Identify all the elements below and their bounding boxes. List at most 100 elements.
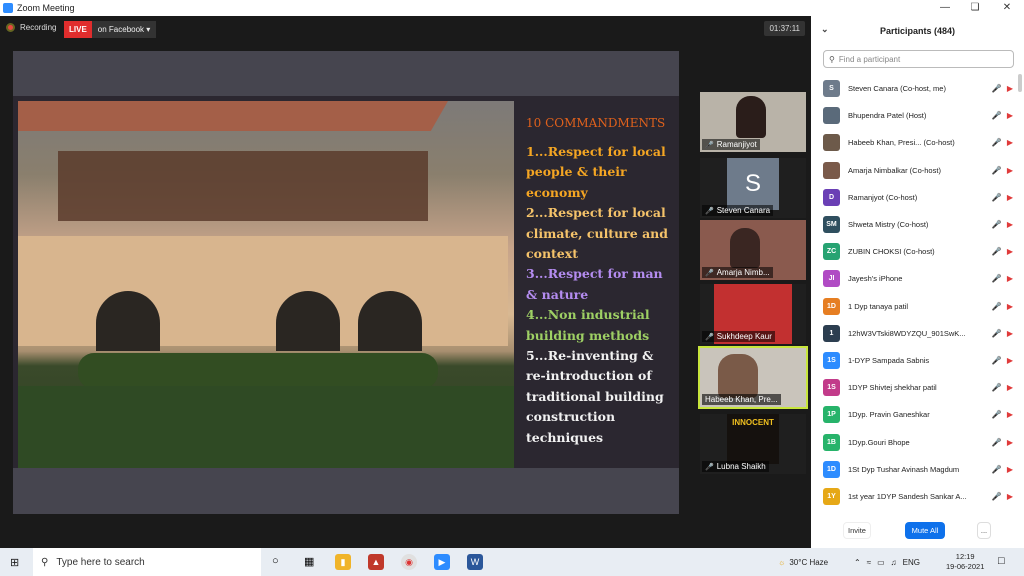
- tile-name-label: Sukhdeep Kaur: [716, 332, 772, 341]
- muted-mic-icon[interactable]: 🎤: [992, 247, 1002, 256]
- word-icon[interactable]: W: [467, 554, 483, 570]
- participant-row[interactable]: JI Jayesh's iPhone 🎤 ▶: [811, 265, 1016, 292]
- participant-row[interactable]: 1D 1St Dyp Tushar Avinash Magdum 🎤 ▶: [811, 456, 1016, 483]
- participant-row[interactable]: 1P 1Dyp. Pravin Ganeshkar 🎤 ▶: [811, 401, 1016, 428]
- muted-mic-icon[interactable]: 🎤: [992, 274, 1002, 283]
- video-tile[interactable]: INNOCENT 🎤 Lubna Shaikh: [700, 414, 806, 474]
- notification-icon[interactable]: □: [998, 555, 1005, 567]
- video-off-icon[interactable]: ▶: [1007, 356, 1013, 365]
- person-silhouette: [736, 96, 766, 138]
- video-tile[interactable]: 🎤 Ramanjiyot: [700, 92, 806, 152]
- muted-mic-icon[interactable]: 🎤: [992, 193, 1002, 202]
- video-tile-active-speaker[interactable]: Habeeb Khan, Pre...: [698, 346, 808, 409]
- avatar: S: [727, 158, 779, 210]
- zoom-app-icon: [3, 3, 13, 13]
- video-off-icon[interactable]: ▶: [1007, 166, 1013, 175]
- chrome-icon[interactable]: ◉: [401, 554, 417, 570]
- muted-mic-icon[interactable]: 🎤: [992, 329, 1002, 338]
- participant-row[interactable]: Bhupendra Patel (Host) 🎤 ▶: [811, 102, 1016, 129]
- participant-row[interactable]: 1Y 1st year 1DYP Sandesh Sankar A... 🎤 ▶: [811, 483, 1016, 510]
- muted-mic-icon[interactable]: 🎤: [992, 111, 1002, 120]
- minimize-icon[interactable]: —: [930, 0, 960, 16]
- muted-mic-icon[interactable]: 🎤: [992, 465, 1002, 474]
- battery-icon[interactable]: ▭: [877, 558, 885, 567]
- maximize-icon[interactable]: ❏: [960, 0, 990, 16]
- participant-row[interactable]: 1B 1Dyp.Gouri Bhope 🎤 ▶: [811, 429, 1016, 456]
- participant-name: Steven Canara (Co-host, me): [848, 84, 946, 93]
- scrollbar[interactable]: [1018, 74, 1022, 92]
- live-stream-badge[interactable]: LIVE on Facebook ▾: [64, 21, 157, 38]
- video-off-icon[interactable]: ▶: [1007, 274, 1013, 283]
- video-off-icon[interactable]: ▶: [1007, 220, 1013, 229]
- tile-name: 🎤 Ramanjiyot: [702, 139, 760, 150]
- participant-status: 🎤 ▶: [992, 356, 1013, 365]
- windows-start-icon[interactable]: ⊞: [10, 556, 19, 569]
- participant-name: 1Dyp.Gouri Bhope: [848, 437, 910, 447]
- tile-name-label: Lubna Shaikh: [716, 462, 766, 471]
- video-off-icon[interactable]: ▶: [1007, 438, 1013, 447]
- volume-icon[interactable]: ♫: [891, 558, 897, 567]
- video-tile[interactable]: 🎤 Sukhdeep Kaur: [700, 284, 806, 344]
- video-off-icon[interactable]: ▶: [1007, 465, 1013, 474]
- tile-name-label: Ramanjiyot: [716, 140, 757, 149]
- language-indicator[interactable]: ENG: [903, 558, 920, 567]
- video-off-icon[interactable]: ▶: [1007, 247, 1013, 256]
- live-platform-dropdown[interactable]: on Facebook ▾: [91, 21, 157, 38]
- video-off-icon[interactable]: ▶: [1007, 329, 1013, 338]
- participant-row[interactable]: 1 12hW3VTski8WDYZQU_901SwK... 🎤 ▶: [811, 320, 1016, 347]
- muted-mic-icon[interactable]: 🎤: [992, 492, 1002, 501]
- video-off-icon[interactable]: ▶: [1007, 302, 1013, 311]
- zoom-icon[interactable]: ▶: [434, 554, 450, 570]
- muted-mic-icon[interactable]: 🎤: [992, 220, 1002, 229]
- muted-mic-icon[interactable]: 🎤: [992, 383, 1002, 392]
- video-off-icon[interactable]: ▶: [1007, 193, 1013, 202]
- participant-row[interactable]: 1D 1 Dyp tanaya patil 🎤 ▶: [811, 293, 1016, 320]
- participant-search-input[interactable]: ⚲ Find a participant: [823, 50, 1014, 68]
- taskbar-search-input[interactable]: ⚲ Type here to search: [33, 548, 261, 576]
- participant-row[interactable]: D Ramanjyot (Co-host) 🎤 ▶: [811, 184, 1016, 211]
- video-off-icon[interactable]: ▶: [1007, 138, 1013, 147]
- muted-mic-icon[interactable]: 🎤: [992, 438, 1002, 447]
- recording-indicator[interactable]: Recording: [6, 23, 56, 32]
- muted-mic-icon[interactable]: 🎤: [992, 84, 1002, 93]
- participant-row[interactable]: Amarja Nimbalkar (Co-host) 🎤 ▶: [811, 157, 1016, 184]
- search-icon: ⚲: [829, 54, 835, 64]
- app-icon[interactable]: ▲: [368, 554, 384, 570]
- muted-mic-icon[interactable]: 🎤: [992, 166, 1002, 175]
- chevron-down-icon[interactable]: ⌄: [821, 24, 829, 35]
- participant-row[interactable]: 1S 1-DYP Sampada Sabnis 🎤 ▶: [811, 347, 1016, 374]
- video-off-icon[interactable]: ▶: [1007, 492, 1013, 501]
- avatar: [823, 134, 840, 152]
- muted-mic-icon[interactable]: 🎤: [992, 356, 1002, 365]
- more-options-button[interactable]: ...: [977, 522, 991, 539]
- participant-row[interactable]: SM Shweta Mistry (Co-host) 🎤 ▶: [811, 211, 1016, 238]
- participant-row[interactable]: 1S 1DYP Shivtej shekhar patil 🎤 ▶: [811, 374, 1016, 401]
- weather-widget[interactable]: ☼ 30°C Haze: [778, 548, 828, 576]
- widgets-icon[interactable]: ▦: [304, 555, 314, 568]
- participant-row[interactable]: S Steven Canara (Co-host, me) 🎤 ▶: [811, 75, 1016, 102]
- window-title: Zoom Meeting: [17, 3, 75, 13]
- chevron-up-icon[interactable]: ⌃: [854, 558, 861, 567]
- clock[interactable]: 12:19 19-06-2021: [946, 548, 984, 576]
- participant-name: Shweta Mistry (Co-host): [848, 220, 929, 229]
- muted-mic-icon[interactable]: 🎤: [992, 302, 1002, 311]
- muted-mic-icon[interactable]: 🎤: [992, 410, 1002, 419]
- avatar: S: [823, 80, 840, 97]
- video-off-icon[interactable]: ▶: [1007, 383, 1013, 392]
- participant-row[interactable]: ZC ZUBIN CHOKSI (Co-host) 🎤 ▶: [811, 238, 1016, 265]
- video-tile[interactable]: S 🎤 Steven Canara: [700, 158, 806, 218]
- file-explorer-icon[interactable]: ▮: [335, 554, 351, 570]
- invite-button[interactable]: Invite: [843, 522, 871, 539]
- video-off-icon[interactable]: ▶: [1007, 410, 1013, 419]
- mute-all-button[interactable]: Mute All: [905, 522, 945, 539]
- task-view-icon[interactable]: ○: [272, 555, 279, 567]
- video-off-icon[interactable]: ▶: [1007, 84, 1013, 93]
- participant-row[interactable]: Habeeb Khan, Presi... (Co-host) 🎤 ▶: [811, 129, 1016, 156]
- video-tile[interactable]: 🎤 Amarja Nimb...: [700, 220, 806, 280]
- participant-name: Bhupendra Patel (Host): [848, 111, 927, 121]
- windows-taskbar: ⊞ ⚲ Type here to search ○ ▦ ▮ ▲ ◉ ▶ W ☼ …: [0, 548, 1024, 576]
- close-icon[interactable]: ✕: [992, 0, 1022, 16]
- muted-mic-icon[interactable]: 🎤: [992, 138, 1002, 147]
- wifi-icon[interactable]: ≈: [867, 558, 871, 567]
- video-off-icon[interactable]: ▶: [1007, 111, 1013, 120]
